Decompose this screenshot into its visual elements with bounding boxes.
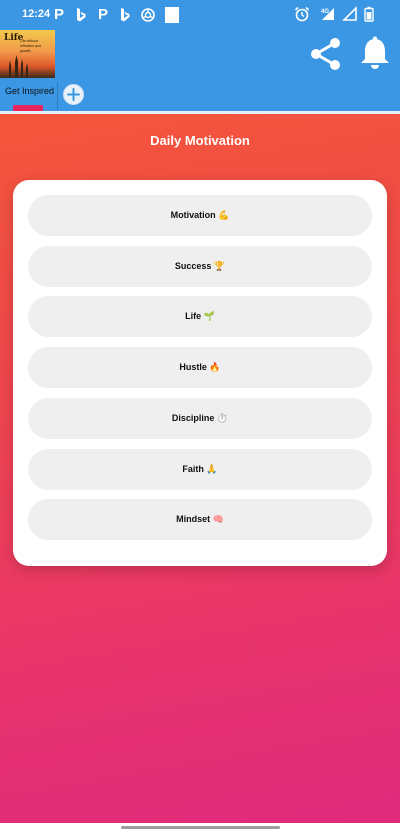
- category-button-success[interactable]: Success 🏆: [28, 246, 372, 287]
- category-button-hustle[interactable]: Hustle 🔥: [28, 347, 372, 388]
- page-title: Daily Motivation: [150, 133, 250, 148]
- p-icon: P: [53, 6, 64, 23]
- status-bar: 12:24 P P 4G: [0, 0, 400, 30]
- category-button-life[interactable]: Life 🌱: [28, 296, 372, 337]
- category-button-faith[interactable]: Faith 🙏: [28, 449, 372, 490]
- openai-icon: [141, 7, 155, 22]
- p-icon: P: [97, 6, 108, 23]
- spires-graphic: [9, 55, 28, 78]
- battery-icon: [364, 6, 374, 22]
- category-button-mindset[interactable]: Mindset 🧠: [28, 499, 372, 540]
- category-button-motivation[interactable]: Motivation 💪: [28, 195, 372, 236]
- bell-icon: [361, 36, 389, 69]
- square-notification-icon: [165, 6, 179, 23]
- bing-icon: [77, 7, 86, 21]
- main-content: Daily Motivation Motivation 💪 Success 🏆 …: [0, 114, 400, 823]
- status-time: 12:24: [22, 8, 51, 20]
- share-icon: [311, 38, 340, 70]
- navigation-bar: [0, 823, 400, 837]
- tab-get-inspired[interactable]: Get Inspired: [5, 86, 54, 96]
- categories-card: Motivation 💪 Success 🏆 Life 🌱 Hustle 🔥 D…: [13, 180, 387, 566]
- share-button[interactable]: [308, 36, 344, 72]
- signal-icon: [342, 6, 357, 21]
- tab-divider: [57, 82, 58, 110]
- system-icons: 4G: [294, 6, 374, 22]
- category-button-discipline[interactable]: Discipline ⏱️: [28, 398, 372, 439]
- alarm-icon: [294, 6, 310, 22]
- thumbnail-image[interactable]: Life Life without reflection and growth.…: [0, 30, 55, 78]
- signal-4g-icon: 4G: [321, 8, 334, 20]
- notification-icons: P P: [52, 6, 179, 23]
- thumbnail-subtitle: Life without reflection and growth...: [20, 39, 42, 53]
- home-indicator[interactable]: [121, 826, 280, 829]
- add-tab-button[interactable]: [63, 84, 84, 105]
- plus-icon: [67, 88, 80, 101]
- app-bar: Life Life without reflection and growth.…: [0, 30, 400, 112]
- notifications-button[interactable]: [358, 36, 392, 72]
- network-label: 4G: [321, 9, 329, 15]
- bing-icon: [121, 7, 130, 21]
